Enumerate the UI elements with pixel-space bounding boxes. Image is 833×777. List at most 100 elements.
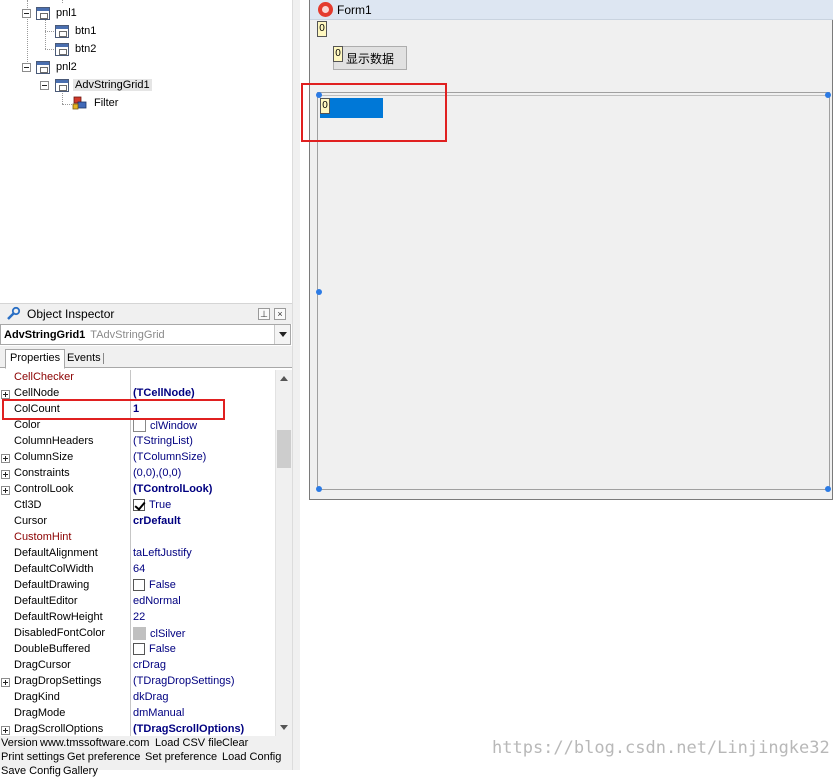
property-row[interactable]: Cursor crDefault — [0, 514, 275, 530]
colcount-highlight-box — [2, 399, 225, 420]
expand-icon[interactable] — [1, 390, 10, 399]
property-name: DefaultColWidth — [14, 563, 94, 575]
button-component-icon — [55, 24, 69, 38]
property-value[interactable]: clSilver — [133, 627, 185, 640]
structure-tree: pnl1 btn1 btn2 pnl2 AdvStringGrid1 Filte… — [0, 0, 292, 300]
verb-site[interactable]: www.tmssoftware.com — [40, 737, 149, 749]
property-name: ControlLook — [14, 483, 74, 495]
property-row[interactable]: CellChecker — [0, 370, 275, 386]
property-row[interactable]: CustomHint — [0, 530, 275, 546]
property-name: Color — [14, 419, 41, 431]
checkbox[interactable] — [133, 643, 145, 655]
property-name: ColumnHeaders — [14, 435, 94, 447]
component-name: AdvStringGrid1 — [4, 328, 86, 341]
scroll-thumb[interactable] — [277, 430, 291, 468]
tree-node-btn1[interactable]: btn1 — [55, 22, 98, 40]
verb-save-config[interactable]: Save Config — [1, 765, 61, 777]
tree-node-filter[interactable]: Filter — [72, 94, 120, 112]
panel-splitter[interactable] — [292, 0, 300, 770]
property-row[interactable]: ColumnSize (TColumnSize) — [0, 450, 275, 466]
pin-icon[interactable]: ⊥ — [258, 308, 270, 320]
object-inspector-titlebar: Object Inspector ⊥ × — [0, 303, 292, 324]
resize-handle[interactable] — [316, 486, 322, 492]
property-name: DefaultDrawing — [14, 579, 90, 591]
scroll-up-icon[interactable] — [280, 376, 288, 381]
property-value[interactable]: False — [133, 643, 176, 655]
tree-node-pnl2[interactable]: pnl2 — [36, 58, 79, 76]
resize-handle[interactable] — [825, 486, 831, 492]
property-name: DoubleBuffered — [14, 643, 91, 655]
verb-load-csv[interactable]: Load CSV file — [155, 737, 222, 749]
expand-icon[interactable] — [1, 470, 10, 479]
property-row[interactable]: DefaultDrawing False — [0, 578, 275, 594]
column-divider[interactable] — [130, 370, 131, 736]
property-value[interactable]: clWindow — [133, 419, 197, 432]
tree-node-btn2[interactable]: btn2 — [55, 40, 98, 58]
property-value: (TDragDropSettings) — [133, 675, 235, 687]
chevron-down-icon[interactable] — [274, 325, 290, 344]
tree-node-advstringgrid1[interactable]: AdvStringGrid1 — [55, 76, 152, 94]
property-value: (TStringList) — [133, 435, 193, 447]
verb-clear[interactable]: Clear — [222, 737, 248, 749]
resize-handle[interactable] — [316, 289, 322, 295]
property-value: (TDragScrollOptions) — [133, 723, 245, 735]
panel-component-icon — [36, 60, 50, 74]
property-row[interactable]: Color clWindow — [0, 418, 275, 434]
property-row[interactable]: DragCursor crDrag — [0, 658, 275, 674]
resize-handle[interactable] — [825, 92, 831, 98]
property-value[interactable]: True — [133, 499, 171, 511]
property-value[interactable]: False — [133, 579, 176, 591]
property-row[interactable]: DefaultRowHeight 22 — [0, 610, 275, 626]
property-row[interactable]: DragScrollOptions (TDragScrollOptions) — [0, 722, 275, 736]
property-row[interactable]: DefaultAlignment taLeftJustify — [0, 546, 275, 562]
expand-icon[interactable] — [1, 678, 10, 687]
property-value: dkDrag — [133, 691, 169, 703]
property-row[interactable]: DragMode dmManual — [0, 706, 275, 722]
verb-set-preference[interactable]: Set preference — [145, 751, 217, 763]
property-value: (0,0),(0,0) — [133, 467, 182, 479]
property-row[interactable]: ControlLook (TControlLook) — [0, 482, 275, 498]
tab-events[interactable]: Events — [63, 350, 105, 368]
close-icon[interactable]: × — [274, 308, 286, 320]
property-name: DefaultRowHeight — [14, 611, 103, 623]
verb-print-settings[interactable]: Print settings — [1, 751, 65, 763]
tree-connector — [62, 93, 63, 104]
form1-titlebar[interactable]: Form1 — [310, 0, 833, 20]
checkbox[interactable] — [133, 499, 145, 511]
button-tag-badge: 0 — [333, 46, 343, 62]
collapse-icon[interactable] — [40, 81, 49, 90]
tree-connector — [62, 104, 72, 105]
verb-load-config[interactable]: Load Config — [222, 751, 281, 763]
checkbox[interactable] — [133, 579, 145, 591]
label-component[interactable]: 0 — [317, 21, 327, 37]
watermark-text: https://blog.csdn.net/Linjingke32 — [492, 738, 830, 758]
show-data-button[interactable]: 显示数据 — [333, 46, 407, 70]
form-title: Form1 — [337, 2, 372, 17]
expand-icon[interactable] — [1, 726, 10, 735]
property-grid-scrollbar[interactable] — [275, 370, 292, 736]
verb-gallery[interactable]: Gallery — [63, 765, 98, 777]
expand-icon[interactable] — [1, 486, 10, 495]
property-row[interactable]: DragDropSettings (TDragDropSettings) — [0, 674, 275, 690]
property-row[interactable]: DefaultColWidth 64 — [0, 562, 275, 578]
property-row[interactable]: ColumnHeaders (TStringList) — [0, 434, 275, 450]
tree-node-pnl1[interactable]: pnl1 — [36, 4, 79, 22]
verb-get-preference[interactable]: Get preference — [67, 751, 140, 763]
property-row[interactable]: DragKind dkDrag — [0, 690, 275, 706]
scroll-down-icon[interactable] — [280, 725, 288, 730]
collapse-icon[interactable] — [22, 9, 31, 18]
expand-icon[interactable] — [1, 454, 10, 463]
property-row[interactable]: DefaultEditor edNormal — [0, 594, 275, 610]
component-selector[interactable]: AdvStringGrid1 TAdvStringGrid — [0, 324, 291, 345]
tab-separator — [103, 353, 104, 364]
tab-properties[interactable]: Properties — [5, 349, 66, 369]
property-row[interactable]: Ctl3D True — [0, 498, 275, 514]
property-row[interactable]: DisabledFontColor clSilver — [0, 626, 275, 642]
color-swatch — [133, 627, 146, 640]
verb-version[interactable]: Version — [1, 737, 38, 749]
property-row[interactable]: DoubleBuffered False — [0, 642, 275, 658]
collapse-icon[interactable] — [22, 63, 31, 72]
property-row[interactable]: Constraints (0,0),(0,0) — [0, 466, 275, 482]
property-name: Ctl3D — [14, 499, 42, 511]
property-name: CellNode — [14, 387, 60, 399]
